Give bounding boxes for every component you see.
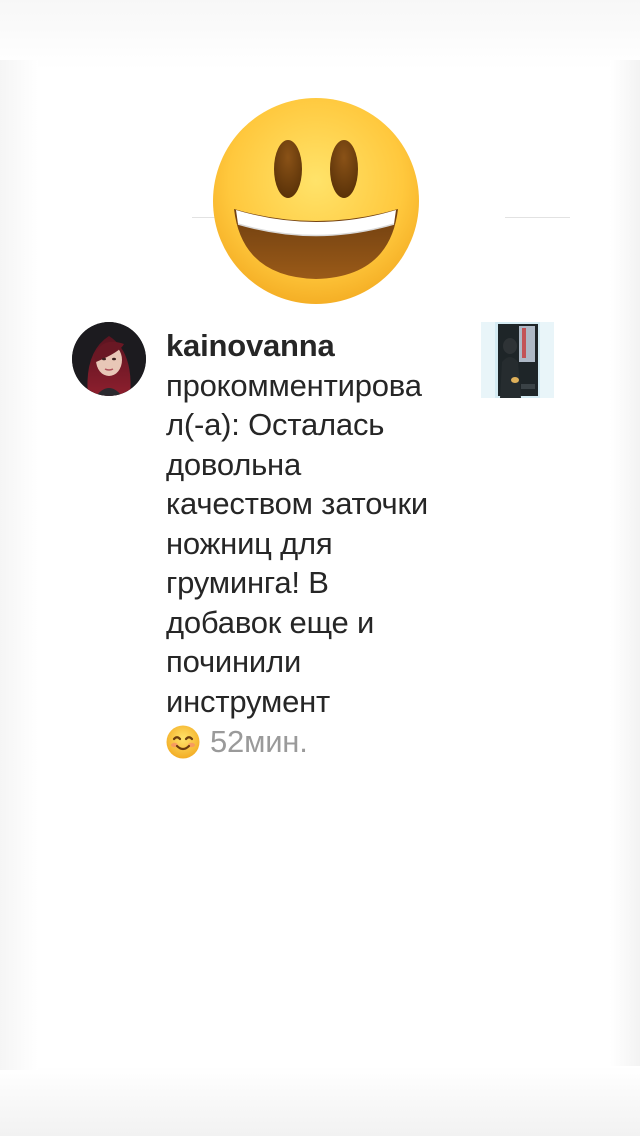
comment-text-line: груминга! В xyxy=(166,565,329,600)
notification-text: kainovanna прокомментирова л(-а): Остала… xyxy=(166,326,466,762)
comment-text-line: л(-а): Осталась xyxy=(166,407,385,442)
screenshot-edge-top xyxy=(0,0,640,70)
comment-text-line: починили xyxy=(166,644,302,679)
screenshot-edge-left xyxy=(0,60,38,1070)
comment-text-line: ножниц для xyxy=(166,525,333,561)
grinning-face-emoji-icon xyxy=(213,98,419,304)
smiling-face-emoji-icon xyxy=(166,725,200,759)
post-thumbnail[interactable] xyxy=(481,322,554,398)
separator-line xyxy=(505,217,570,218)
comment-text-line: добавок еще и xyxy=(166,604,375,640)
comment-text-line: прокомментирова xyxy=(166,367,422,403)
timestamp: 52мин. xyxy=(210,724,308,759)
user-avatar[interactable] xyxy=(72,322,146,396)
screenshot-edge-bottom xyxy=(0,1066,640,1136)
comment-text-line: инструмент xyxy=(166,683,331,719)
comment-text-line: довольна xyxy=(166,446,302,482)
comment-text-line: качеством заточки xyxy=(166,486,428,521)
notification-meta: 52мин. xyxy=(166,722,466,762)
screenshot-edge-right xyxy=(610,60,640,1070)
username-link[interactable]: kainovanna xyxy=(166,326,466,366)
